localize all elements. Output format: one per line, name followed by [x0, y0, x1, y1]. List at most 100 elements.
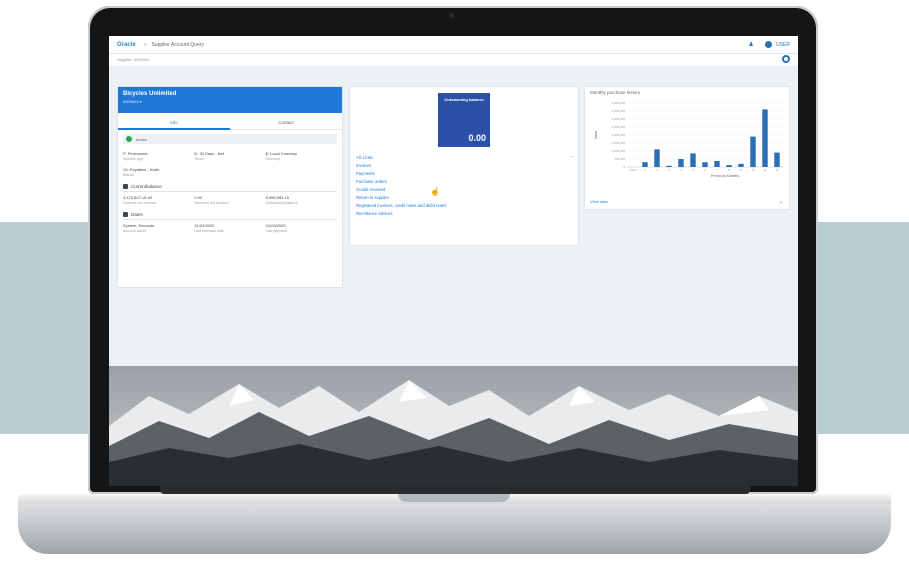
filter-bar[interactable]: Supplier: 0000001: [109, 54, 798, 66]
links-panel: Outstanding balance 0.00 All: Links ⌃ In…: [349, 86, 579, 246]
app-header: Oracle » Supplier Account Query ♟ USER: [109, 36, 798, 54]
x-tick-label: 2019: [630, 168, 637, 172]
stage: Oracle » Supplier Account Query ♟ USER S…: [0, 0, 909, 568]
view-data-link[interactable]: View data: [590, 199, 608, 204]
links-list: All: Links ⌃ Invoices Payments Purchase …: [356, 155, 574, 219]
app-logo[interactable]: Oracle: [117, 42, 136, 48]
status-text: Active: [136, 136, 147, 142]
x-tick-label: 12: [775, 168, 779, 172]
laptop-notch: [398, 494, 510, 502]
status-row: Active: [123, 134, 337, 144]
x-axis-label: Previous Months: [711, 174, 739, 178]
section-label: Dates: [131, 212, 143, 217]
bar: [666, 165, 672, 167]
x-tick-label: 5: [692, 168, 694, 172]
bar: [726, 165, 732, 167]
x-tick-label: 6: [704, 168, 706, 172]
date-value: 01/03/2020: [265, 223, 286, 228]
y-tick-label: 2,000,000: [612, 133, 626, 137]
user-menu[interactable]: USER: [776, 42, 790, 48]
supplier-extra-grid: 10: Payables - North Branch: [118, 164, 342, 180]
balance-label: Ordered not received: [123, 201, 156, 205]
dates-grid: System, Seconds Account added 31/03/2020…: [118, 220, 342, 236]
supplier-panel: Bicycles Unlimited 0000001 ▾ Info Contac…: [117, 86, 343, 288]
link-goods-received[interactable]: Goods received: [356, 187, 574, 195]
outstanding-balance-tile[interactable]: Outstanding balance 0.00: [438, 93, 490, 147]
balance-value: 4,473,807.15 40: [123, 195, 152, 200]
bar: [774, 152, 780, 167]
x-tick-label: 3: [668, 168, 670, 172]
check-icon: [126, 136, 132, 142]
info-cell: D: 30 Days - Net Terms: [194, 151, 265, 161]
x-tick-label: 1: [644, 168, 646, 172]
bar: [714, 160, 720, 167]
currentbalance-section-title: Currentbalance: [123, 184, 337, 192]
chevron-down-icon[interactable]: ⌄: [779, 199, 783, 205]
x-tick-label: 11: [763, 168, 766, 172]
link-remittance-advices[interactable]: Remittance advices: [356, 211, 574, 219]
bar: [642, 162, 648, 167]
bar: [702, 162, 708, 167]
info-value: D: 30 Days - Net: [194, 151, 224, 156]
y-tick-label: 3,500,000: [612, 109, 626, 113]
link-return-to-supplier[interactable]: Return to supplier: [356, 195, 574, 203]
bell-icon[interactable]: ♟: [747, 41, 755, 48]
date-label: Account added: [123, 229, 147, 233]
date-cell: System, Seconds Account added: [123, 223, 194, 233]
links-header[interactable]: All: Links ⌃: [356, 155, 574, 163]
tile-label: Outstanding balance: [444, 97, 484, 102]
x-tick-label: 2: [656, 168, 658, 172]
y-axis-label: Value: [594, 131, 598, 140]
date-value: System, Seconds: [123, 223, 155, 228]
hand-cursor-icon: ☝: [430, 187, 440, 196]
chevron-up-icon[interactable]: ⌃: [570, 155, 574, 163]
tab-info[interactable]: Info: [118, 117, 230, 130]
x-tick-label: 10: [751, 168, 755, 172]
date-cell: 01/03/2020 Last payment: [266, 223, 337, 233]
info-cell: $: Local Currency Currency: [266, 151, 337, 161]
balance-grid: 4,473,807.15 40 Ordered not received 0.0…: [118, 192, 342, 208]
info-cell: 10: Payables - North Branch: [123, 167, 337, 177]
supplier-tabs: Info Contact: [118, 117, 342, 130]
laptop-lid: Oracle » Supplier Account Query ♟ USER S…: [88, 6, 818, 494]
balance-cell: 0.00 Received not invoiced: [194, 195, 265, 205]
tile-value: 0.00: [468, 133, 486, 143]
settings-icon[interactable]: [782, 55, 790, 63]
tab-contact[interactable]: Contact: [230, 117, 342, 130]
camera-icon: [449, 13, 454, 18]
date-value: 31/03/2020: [194, 223, 215, 228]
x-tick-label: 4: [680, 168, 682, 172]
link-registered-invoices[interactable]: Registered invoices, credit notes and de…: [356, 203, 574, 211]
link-invoices[interactable]: Invoices: [356, 163, 574, 171]
bar: [678, 159, 684, 167]
info-value: $: Local Currency: [265, 151, 298, 156]
info-value: P: Permanent: [123, 151, 148, 156]
y-tick-label: 1,000,000: [612, 149, 626, 153]
info-value: 10: Payables - North: [123, 167, 160, 172]
y-tick-label: 3,000,000: [612, 117, 626, 121]
tag-icon: [123, 184, 128, 189]
chart-title: Monthly purchase history: [590, 90, 641, 95]
user-avatar-icon[interactable]: [765, 41, 773, 48]
bar: [654, 149, 660, 167]
mountain-wallpaper: [109, 366, 798, 486]
date-label: Last payment: [265, 229, 287, 233]
balance-cell: 5,555,965.15 Outstanding balance: [266, 195, 337, 205]
dates-section-title: Dates: [123, 212, 337, 220]
bar: [762, 109, 768, 167]
y-tick-label: 500,000: [614, 157, 625, 161]
x-tick-label: 8: [728, 168, 730, 172]
calendar-icon: [123, 212, 128, 217]
y-tick-label: 4,000,000: [612, 101, 626, 105]
supplier-info-grid: P: Permanent Supplier type D: 30 Days - …: [118, 148, 342, 164]
balance-label: Received not invoiced: [194, 201, 229, 205]
section-label: Currentbalance: [131, 184, 162, 189]
bar: [738, 163, 744, 167]
info-label: Terms: [194, 157, 204, 161]
supplier-code-dropdown[interactable]: 0000001 ▾: [123, 99, 337, 104]
purchase-history-panel: Monthly purchase history 4,000,000 3,500,…: [584, 86, 790, 210]
y-tick-label: 1,500,000: [612, 141, 626, 145]
balance-value: 0.00: [194, 195, 203, 200]
link-payments[interactable]: Payments: [356, 171, 574, 179]
link-purchase-orders[interactable]: Purchase orders: [356, 179, 574, 187]
